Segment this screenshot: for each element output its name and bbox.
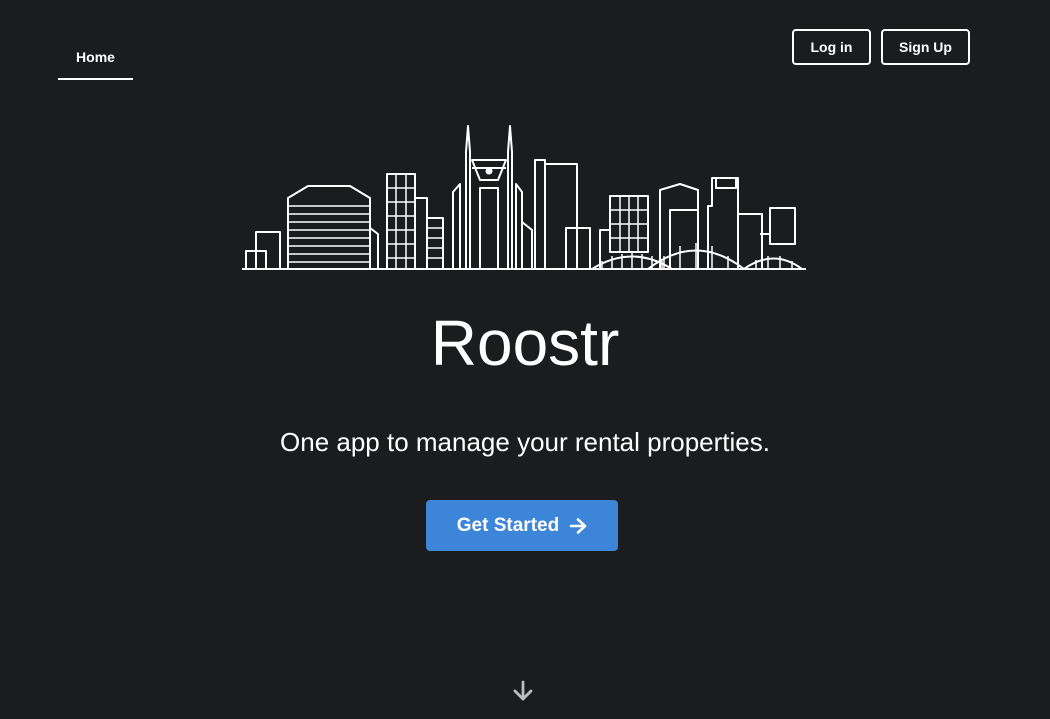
nav-home-label: Home [76, 49, 115, 65]
get-started-label: Get Started [456, 514, 560, 536]
login-button-label: Log in [810, 39, 853, 55]
arrow-down-icon[interactable] [511, 680, 535, 702]
signup-button-label: Sign Up [899, 39, 952, 55]
city-skyline-icon [242, 125, 806, 270]
nav-home-link[interactable]: Home [58, 38, 133, 80]
signup-button[interactable]: Sign Up [881, 29, 970, 65]
login-button[interactable]: Log in [792, 29, 871, 65]
page-title: Roostr [430, 307, 620, 379]
get-started-button[interactable]: Get Started [426, 500, 618, 551]
tagline: One app to manage your rental properties… [280, 427, 770, 457]
arrow-right-icon [569, 517, 587, 534]
